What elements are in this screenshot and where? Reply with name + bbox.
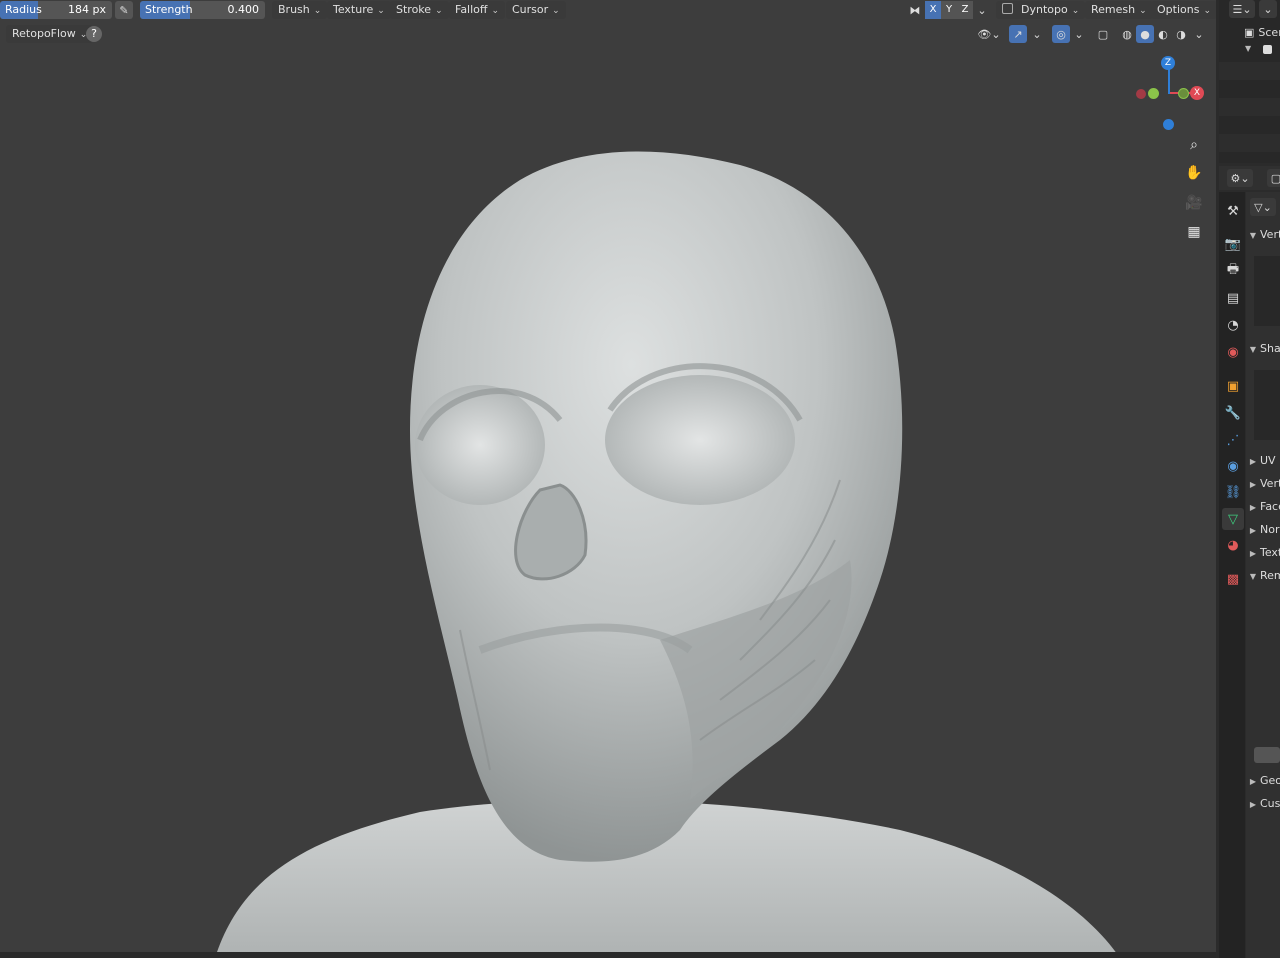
properties-panels: ▽⌄ ▼Vertex Groups ▼Shape Keys ▶UV Maps ▶…	[1246, 192, 1280, 958]
outliner-row[interactable]	[1219, 98, 1280, 116]
material-shading-icon[interactable]: ◐	[1154, 25, 1172, 43]
zoom-icon[interactable]: ⌕	[1182, 133, 1206, 157]
camera-icon[interactable]: 🎥	[1182, 191, 1206, 215]
material-tab-icon[interactable]: ◕	[1222, 534, 1244, 556]
neg-y-axis-ball[interactable]	[1178, 88, 1189, 99]
3d-viewport[interactable]: Radius 184 px ✎ Strength 0.400 Brush ⌄ Te…	[0, 0, 1216, 958]
wireframe-shading-icon[interactable]: ◍	[1118, 25, 1136, 43]
constraints-tab-icon[interactable]: ⛓	[1222, 481, 1244, 503]
editor-type-icon[interactable]: ⚙⌄	[1227, 169, 1253, 187]
panel-normals[interactable]: ▶Normals	[1246, 523, 1280, 543]
neg-z-axis-ball[interactable]	[1163, 119, 1174, 130]
overlays-icon[interactable]: ◎	[1052, 25, 1070, 43]
chevron-down-icon[interactable]: ⌄	[1070, 25, 1088, 43]
object-tab-icon[interactable]: ▣	[1222, 375, 1244, 397]
brush-menu[interactable]: Brush ⌄	[272, 1, 328, 19]
world-tab-icon[interactable]: ◉	[1222, 341, 1244, 363]
panel-uv-maps[interactable]: ▶UV Maps	[1246, 454, 1280, 474]
viewport-header: Radius 184 px ✎ Strength 0.400 Brush ⌄ Te…	[0, 0, 1216, 20]
scene-icon: ▣	[1244, 26, 1255, 39]
axis-x-toggle[interactable]: X	[925, 1, 941, 19]
checkbox-icon[interactable]	[1263, 45, 1272, 54]
tool-tab-icon[interactable]: ⚒	[1222, 200, 1244, 222]
neg-x-axis-ball[interactable]	[1136, 89, 1146, 99]
falloff-menu[interactable]: Falloff ⌄	[449, 1, 506, 19]
modifier-tab-icon[interactable]: 🔧	[1222, 402, 1244, 424]
cursor-menu[interactable]: Cursor ⌄	[506, 1, 566, 19]
radius-label: Radius	[5, 3, 42, 16]
dyntopo-toggle[interactable]: Dyntopo ⌄	[996, 1, 1086, 19]
strength-value: 0.400	[227, 3, 260, 16]
render-tab-icon[interactable]: 📷	[1222, 233, 1244, 255]
properties-tabs: ⚒ 📷 🖶 ▤ ◔ ◉ ▣ 🔧 ⋰ ◉ ⛓ ▽ ◕ ▩	[1219, 192, 1245, 958]
retopoflow-menu[interactable]: RetopoFlow ⌄	[6, 25, 94, 43]
panel-vertex-colors[interactable]: ▶Vertex Colors	[1246, 477, 1280, 497]
remesh-menu[interactable]: Remesh ⌄	[1085, 1, 1153, 19]
texture-menu[interactable]: Texture ⌄	[327, 1, 391, 19]
shape-keys-list[interactable]	[1254, 370, 1280, 440]
strength-label: Strength	[145, 3, 193, 16]
status-strip	[0, 952, 1216, 958]
gizmo-icon[interactable]: ↗	[1009, 25, 1027, 43]
chevron-down-icon[interactable]: ⌄	[973, 1, 991, 19]
outliner-row[interactable]	[1219, 62, 1280, 80]
radius-field[interactable]: Radius 184 px	[0, 1, 112, 19]
z-axis-ball[interactable]: Z	[1161, 56, 1175, 70]
stroke-menu[interactable]: Stroke ⌄	[390, 1, 449, 19]
z-axis-line	[1168, 66, 1170, 94]
pressure-pen-icon[interactable]: ✎	[115, 1, 133, 19]
visibility-eye-icon[interactable]: 👁⌄	[976, 25, 1002, 43]
pan-hand-icon[interactable]: ✋	[1182, 161, 1206, 185]
options-menu[interactable]: Options ⌄	[1151, 1, 1216, 19]
outliner[interactable]: ☰⌄ ⌄ ▣Scene ▼	[1219, 0, 1280, 163]
panel-face-maps[interactable]: ▶Face Maps	[1246, 500, 1280, 520]
xray-icon[interactable]: ▢	[1094, 25, 1112, 43]
checkbox-icon	[1002, 3, 1013, 14]
data-tab-icon[interactable]: ▽	[1222, 508, 1244, 530]
panel-geometry-data[interactable]: ▶Geometry Data	[1246, 774, 1280, 794]
vertex-groups-list[interactable]	[1254, 256, 1280, 326]
perspective-grid-icon[interactable]: ▦	[1182, 220, 1206, 244]
strength-field[interactable]: Strength 0.400	[140, 1, 265, 19]
expand-arrow-icon[interactable]: ▼	[1245, 44, 1251, 53]
panel-vertex-groups[interactable]: ▼Vertex Groups	[1246, 228, 1280, 248]
view-layer-tab-icon[interactable]: ▤	[1222, 287, 1244, 309]
x-axis-ball[interactable]: X	[1190, 86, 1204, 100]
panel-texture-space[interactable]: ▶Texture Space	[1246, 546, 1280, 566]
editor-type-icon[interactable]: ☰⌄	[1229, 0, 1255, 18]
output-tab-icon[interactable]: 🖶	[1222, 260, 1244, 282]
scene-tab-icon[interactable]: ◔	[1222, 314, 1244, 336]
panel-custom-properties[interactable]: ▶Custom Properties	[1246, 797, 1280, 817]
navigation-gizmo[interactable]: Z X	[1128, 52, 1208, 132]
panel-remesh[interactable]: ▼Remesh	[1246, 569, 1280, 589]
physics-tab-icon[interactable]: ◉	[1222, 455, 1244, 477]
chevron-down-icon[interactable]: ⌄	[1028, 25, 1046, 43]
radius-value: 184 px	[68, 3, 106, 16]
solid-shading-icon[interactable]: ●	[1136, 25, 1154, 43]
y-axis-ball[interactable]	[1148, 88, 1159, 99]
panel-shape-keys[interactable]: ▼Shape Keys	[1246, 342, 1280, 362]
symmetry-icon[interactable]: ⧓	[906, 1, 924, 19]
remesh-button[interactable]	[1254, 747, 1280, 763]
help-icon[interactable]: ?	[86, 26, 102, 42]
pin-icon[interactable]: ▢	[1267, 169, 1280, 187]
texture-tab-icon[interactable]: ▩	[1222, 568, 1244, 590]
outliner-row[interactable]	[1219, 134, 1280, 152]
sculpt-mesh[interactable]	[0, 0, 1216, 958]
outliner-scene-row[interactable]: ▣Scene	[1244, 26, 1280, 39]
properties-header: ⚙⌄ ▢	[1219, 166, 1280, 190]
chevron-down-icon[interactable]: ⌄	[1190, 25, 1208, 43]
axis-y-toggle[interactable]: Y	[941, 1, 957, 19]
mesh-data-icon[interactable]: ▽⌄	[1250, 198, 1276, 216]
display-mode-icon[interactable]: ⌄	[1259, 0, 1277, 18]
axis-z-toggle[interactable]: Z	[957, 1, 973, 19]
particles-tab-icon[interactable]: ⋰	[1222, 429, 1244, 451]
right-editors: ☰⌄ ⌄ ▣Scene ▼ ⚙⌄ ▢ ⚒ 📷 🖶 ▤ ◔ ◉ ▣ 🔧 ⋰ ◉ ⛓…	[1216, 0, 1280, 958]
rendered-shading-icon[interactable]: ◑	[1172, 25, 1190, 43]
